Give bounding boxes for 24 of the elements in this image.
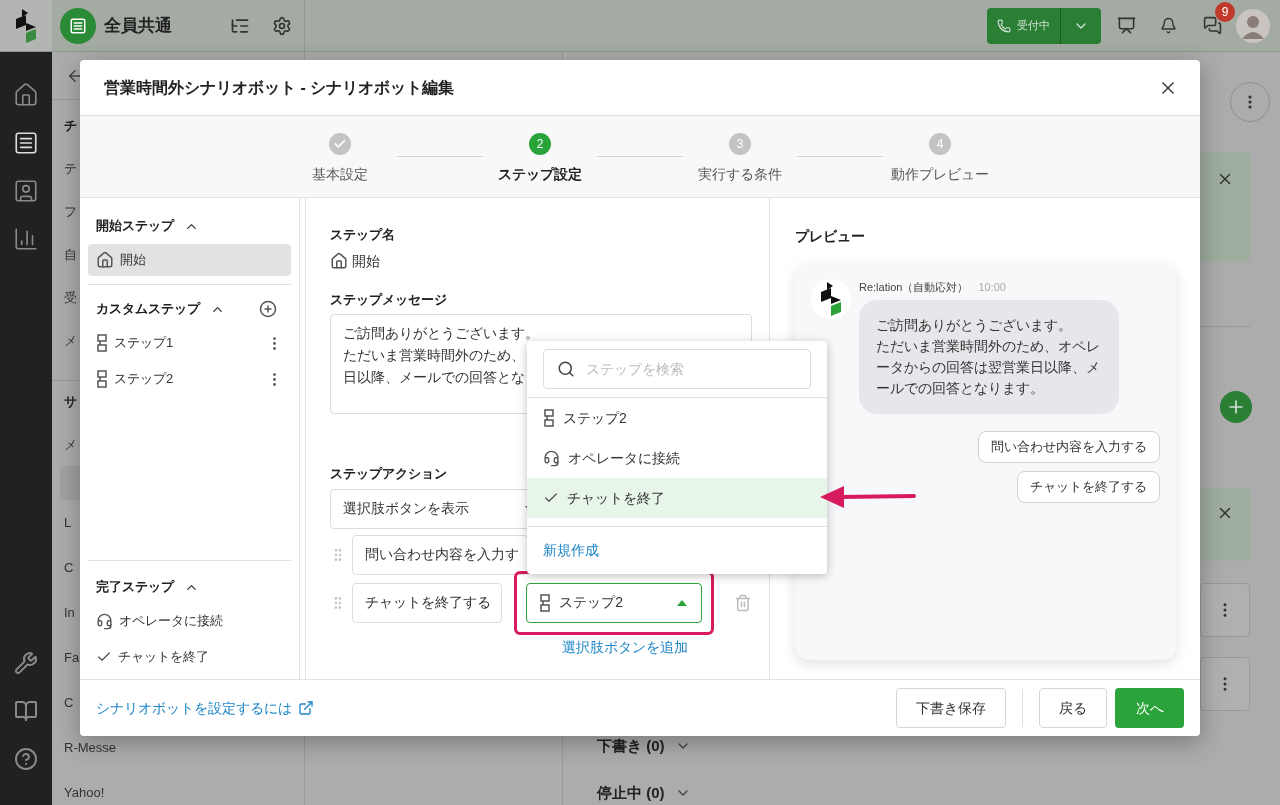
section-heading: サ xyxy=(64,393,77,412)
section-heading: チ xyxy=(64,116,77,135)
step-label: 基本設定 xyxy=(312,165,368,184)
step-label: 動作プレビュー xyxy=(891,165,989,184)
field-label: ステップメッセージ xyxy=(330,290,448,309)
step-name: 開始 xyxy=(352,251,380,271)
workspace-name: 全員共通 xyxy=(104,14,172,37)
field-label: ステップアクション xyxy=(330,465,448,483)
section-title: 開始ステップ xyxy=(96,217,174,236)
step-indicator: 4 xyxy=(929,133,951,155)
bot-name: Re:lation（自動応対） xyxy=(859,280,969,295)
step-indicator: 3 xyxy=(729,133,751,155)
step-indicator: 2 xyxy=(529,133,551,155)
status-label: 受付中 xyxy=(1017,18,1050,34)
notification-badge: 9 xyxy=(1215,2,1235,22)
message-bubble: ご訪問ありがとうございます。 ただいま営業時間外のため、オペレータからの回答は翌営業日以降、メールでの回答となります。 xyxy=(859,299,1119,414)
section-title: カスタムステップ xyxy=(96,300,200,319)
message-time: 10:00 xyxy=(978,280,1006,295)
field-label: ステップ名 xyxy=(330,226,396,244)
step-label: 実行する条件 xyxy=(698,165,782,184)
step-label: ステップ設定 xyxy=(498,165,582,184)
section-title: 完了ステップ xyxy=(96,578,174,597)
dialog-title: 営業時間外シナリオボット - シナリオボット編集 xyxy=(104,77,455,98)
preview-title: プレビュー xyxy=(795,227,866,246)
